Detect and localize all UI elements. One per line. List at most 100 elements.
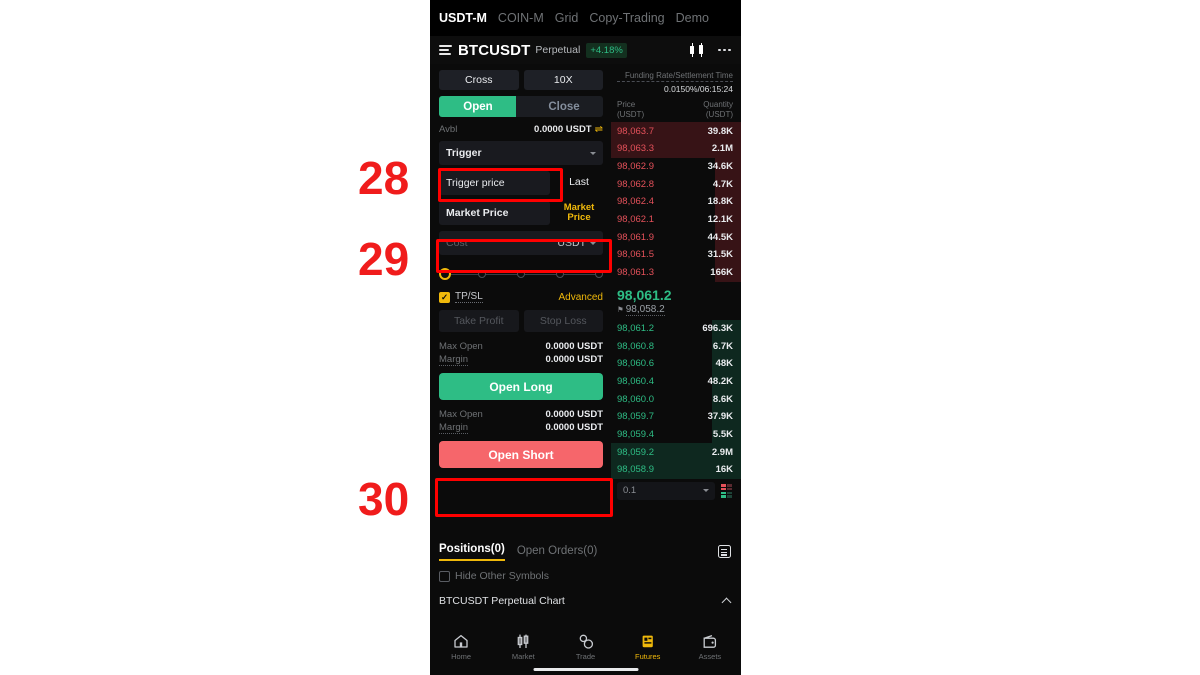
orderbook-controls: 0.1: [611, 479, 741, 500]
product-tab-coin-m[interactable]: COIN-M: [498, 11, 544, 25]
tab-positions[interactable]: Positions(0): [439, 543, 505, 561]
open-long-button[interactable]: Open Long: [439, 373, 603, 400]
nav-home[interactable]: Home: [430, 634, 492, 661]
slider-node-50[interactable]: [517, 269, 525, 278]
orderbook-row[interactable]: 98,060.4 48.2K: [611, 372, 741, 391]
margin-mode-button[interactable]: Cross: [439, 70, 519, 90]
cost-placeholder: Cost: [446, 237, 468, 249]
orderbook-row[interactable]: 98,059.7 37.9K: [611, 407, 741, 426]
order-type-select[interactable]: Trigger: [439, 141, 603, 165]
nav-market[interactable]: Market: [492, 634, 554, 661]
orderbook-row[interactable]: 98,062.8 4.7K: [611, 175, 741, 194]
orderbook-quantity: 18.8K: [707, 196, 733, 208]
transfer-icon[interactable]: ⇌: [595, 124, 603, 135]
candlestick-icon[interactable]: [690, 43, 705, 57]
funding-rate-label: Funding Rate/Settlement Time: [617, 71, 733, 83]
contract-type-label: Perpetual: [535, 44, 581, 56]
trigger-price-field[interactable]: Trigger price: [439, 171, 550, 195]
short-max-open-row: Max Open 0.0000 USDT: [439, 409, 603, 420]
orderbook-row[interactable]: 98,062.1 12.1K: [611, 210, 741, 229]
orderbook-view-icon[interactable]: [721, 484, 733, 498]
order-form-panel: Cross 10X Open Close Avbl 0.0000 USDT ⇌ …: [430, 64, 611, 534]
amount-slider[interactable]: [439, 267, 603, 280]
slider-node-25[interactable]: [478, 269, 486, 278]
advanced-button[interactable]: Advanced: [559, 292, 603, 303]
nav-trade-label: Trade: [575, 652, 596, 661]
orderbook-quantity: 37.9K: [707, 411, 733, 423]
col-qty-label: Quantity: [703, 100, 733, 110]
orderbook-row[interactable]: 98,060.8 6.7K: [611, 337, 741, 355]
orderbook-row[interactable]: 98,058.9 16K: [611, 461, 741, 479]
orderbook-row[interactable]: 98,061.9 44.5K: [611, 228, 741, 247]
short-margin-row: Margin 0.0000 USDT: [439, 422, 603, 434]
orderbook-panel: Funding Rate/Settlement Time 0.0150%/06:…: [611, 64, 741, 534]
orderbook-row[interactable]: 98,059.2 2.9M: [611, 443, 741, 461]
nav-assets[interactable]: Assets: [679, 634, 741, 661]
tab-open[interactable]: Open: [439, 96, 525, 117]
orderbook-quantity: 39.8K: [707, 125, 733, 137]
orderbook-price: 98,063.3: [617, 143, 654, 155]
leverage-button[interactable]: 10X: [523, 70, 603, 90]
orderbook-quantity: 4.7K: [712, 178, 733, 190]
tab-close[interactable]: Close: [516, 96, 603, 117]
product-tab-grid[interactable]: Grid: [555, 11, 579, 25]
stop-loss-field[interactable]: Stop Loss: [523, 310, 603, 332]
flag-icon: ⚑: [617, 305, 624, 314]
cost-field[interactable]: Cost USDT: [439, 231, 603, 255]
orderbook-row[interactable]: 98,061.5 31.5K: [611, 246, 741, 264]
slider-node-75[interactable]: [556, 269, 564, 278]
orderbook-row[interactable]: 98,060.6 48K: [611, 354, 741, 373]
orderbook-price: 98,059.2: [617, 446, 654, 458]
more-dots-icon[interactable]: [718, 48, 731, 52]
long-margin-row: Margin 0.0000 USDT: [439, 354, 603, 366]
market-price-field[interactable]: Market Price: [439, 201, 550, 225]
orderbook-row[interactable]: 98,061.2 696.3K: [611, 319, 741, 338]
hamburger-icon[interactable]: [439, 45, 452, 55]
orderbook-row[interactable]: 98,063.3 2.1M: [611, 140, 741, 158]
orderbook-quantity: 6.7K: [712, 340, 733, 352]
product-tab-usdt-m[interactable]: USDT-M: [439, 11, 487, 25]
hide-other-symbols-checkbox[interactable]: [439, 570, 450, 582]
product-tab-demo[interactable]: Demo: [676, 11, 709, 25]
chevron-down-icon: [590, 151, 596, 155]
long-max-open-row: Max Open 0.0000 USDT: [439, 341, 603, 352]
market-price-toggle[interactable]: Market Price: [555, 201, 603, 225]
tpsl-checkbox[interactable]: ✓: [439, 291, 450, 303]
symbol-name[interactable]: BTCUSDT: [458, 42, 530, 59]
tpsl-label: TP/SL: [455, 291, 483, 303]
product-tab-copy-trading[interactable]: Copy-Trading: [589, 11, 664, 25]
chart-expand-bar[interactable]: BTCUSDT Perpetual Chart: [430, 582, 741, 608]
grouping-select[interactable]: 0.1: [617, 481, 715, 500]
orderbook-row[interactable]: 98,062.9 34.6K: [611, 157, 741, 176]
nav-trade[interactable]: Trade: [554, 634, 616, 661]
hide-other-symbols-row[interactable]: Hide Other Symbols: [430, 561, 741, 582]
orderbook-row[interactable]: 98,059.4 5.5K: [611, 425, 741, 444]
orderbook-row[interactable]: 98,061.3 166K: [611, 263, 741, 282]
long-max-open-value: 0.0000 USDT: [545, 341, 603, 352]
slider-node-100[interactable]: [595, 269, 603, 278]
nav-futures[interactable]: Futures: [617, 634, 679, 661]
funding-rate-box[interactable]: Funding Rate/Settlement Time 0.0150%/06:…: [611, 64, 741, 94]
open-short-button[interactable]: Open Short: [439, 441, 603, 468]
orderbook-quantity: 166K: [710, 267, 733, 279]
nav-market-label: Market: [511, 652, 535, 661]
avbl-value: 0.0000 USDT: [534, 124, 592, 135]
orderbook-price: 98,061.2: [617, 322, 654, 334]
take-profit-field[interactable]: Take Profit: [439, 310, 519, 332]
list-view-icon[interactable]: [718, 545, 731, 558]
orderbook-price: 98,063.7: [617, 125, 654, 137]
orderbook-price: 98,061.9: [617, 231, 654, 243]
margin-leverage-row: Cross 10X: [439, 70, 603, 90]
price-reference-button[interactable]: Last: [555, 171, 603, 195]
col-qty-unit: (USDT): [705, 109, 733, 119]
tab-open-orders[interactable]: Open Orders(0): [517, 545, 598, 561]
cost-unit-chevron-icon: [590, 241, 596, 245]
market-icon: [515, 634, 531, 649]
mid-price-box: 98,061.2 ⚑ 98,058.2: [611, 282, 741, 320]
orderbook-quantity: 16K: [715, 464, 733, 476]
order-type-value: Trigger: [446, 147, 482, 159]
orderbook-row[interactable]: 98,063.7 39.8K: [611, 122, 741, 140]
slider-handle[interactable]: [439, 267, 451, 280]
orderbook-row[interactable]: 98,062.4 18.8K: [611, 193, 741, 211]
orderbook-row[interactable]: 98,060.0 8.6K: [611, 390, 741, 408]
